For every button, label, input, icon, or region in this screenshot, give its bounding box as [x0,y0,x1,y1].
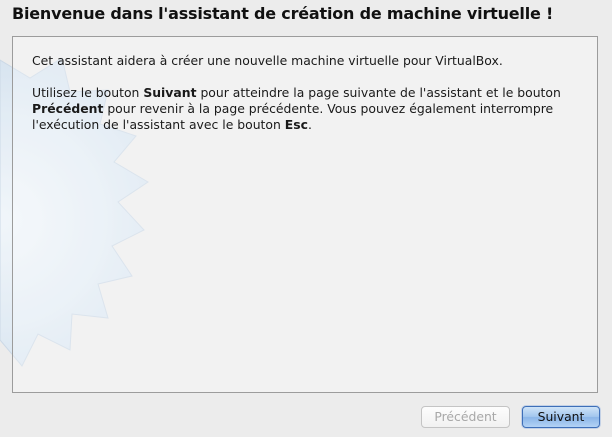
instructions-text-4: . [307,117,312,132]
instructions-esc-keyword: Esc [284,117,308,132]
wizard-content-panel: Cet assistant aidera à créer une nouvell… [12,36,598,393]
previous-button[interactable]: Précédent [421,406,510,428]
next-button[interactable]: Suivant [522,406,600,428]
instructions-text-2: pour atteindre la page suivante de l'ass… [196,85,561,100]
wizard-window: Bienvenue dans l'assistant de création d… [0,0,612,437]
wizard-description: Cet assistant aidera à créer une nouvell… [32,53,592,149]
instructions-next-keyword: Suivant [143,85,197,100]
instructions-prev-keyword: Précédent [32,101,104,116]
page-title: Bienvenue dans l'assistant de création d… [12,4,554,23]
instructions-paragraph: Utilisez le bouton Suivant pour atteindr… [32,85,592,133]
instructions-text-1: Utilisez le bouton [32,85,144,100]
intro-paragraph: Cet assistant aidera à créer une nouvell… [32,53,503,68]
